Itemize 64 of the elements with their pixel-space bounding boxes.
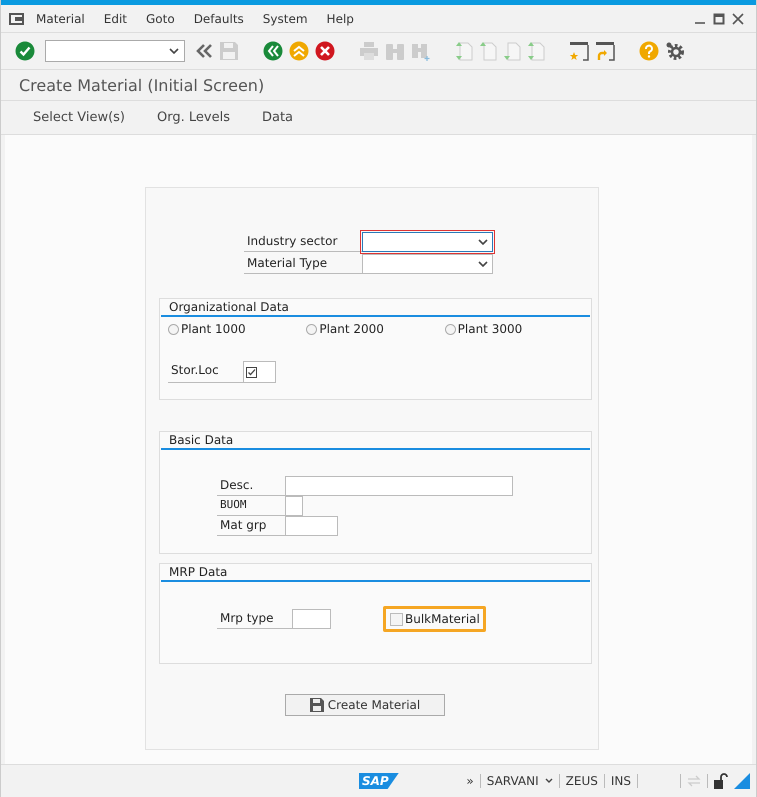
input-field[interactable] [292,609,331,629]
caret-icon[interactable] [544,778,553,784]
page-arrow-icon[interactable] [479,41,497,61]
settings-icon[interactable] [665,41,685,61]
user-name[interactable]: SARVANI [486,774,539,788]
system-name: ZEUS [566,774,598,788]
toolbar-button[interactable]: Data [248,106,308,129]
printer-icon[interactable] [359,41,379,61]
binoculars-plus-icon[interactable] [411,41,431,61]
toolbar-button[interactable]: Org. Levels [143,106,244,129]
binoculars-icon[interactable] [385,41,405,61]
up-chevron-icon[interactable] [289,41,309,61]
menu-item[interactable]: Help [326,12,354,26]
radio-label: Plant 1000 [181,322,246,336]
radio-button[interactable] [168,324,179,334]
save-icon [310,698,324,712]
caret-icon [478,261,488,267]
double-chevron-icon[interactable] [195,42,213,60]
resize-grip-icon[interactable] [734,773,750,789]
new-window-icon[interactable] [569,41,589,61]
group-title: Organizational Data [161,299,590,317]
close-icon[interactable] [732,12,744,24]
checkbox[interactable] [390,612,403,626]
page-arrow-icon[interactable] [503,41,521,61]
caret-icon [478,239,488,245]
maximize-icon[interactable] [713,12,725,24]
checkmark-icon [246,366,257,378]
group-title: MRP Data [161,564,590,582]
radio-label: Plant 2000 [319,322,384,336]
expand-toggle[interactable]: » [466,774,474,788]
check-icon[interactable] [15,41,35,61]
input-field[interactable] [285,516,338,536]
save-icon[interactable] [219,41,239,61]
shortcut-window-icon[interactable] [595,41,615,61]
input-mode: INS [610,774,631,788]
menu-item[interactable]: Defaults [194,12,244,26]
input-field[interactable] [285,496,303,516]
page-arrow-icon[interactable] [455,41,473,61]
unlocked-icon[interactable] [714,773,728,789]
screen-title: Create Material (Initial Screen) [19,76,264,94]
page-arrow-icon[interactable] [527,41,545,61]
menu-item[interactable]: Goto [146,12,175,26]
sap-logo: SAP [359,773,399,789]
dropdown-field[interactable] [362,232,493,252]
menu-item[interactable]: Edit [104,12,127,26]
back-icon[interactable] [263,41,283,61]
toolbar-button[interactable]: Select View(s) [19,106,140,129]
checkbox-label: BulkMaterial [405,612,480,626]
checkbox[interactable] [243,361,276,383]
dropdown-field[interactable] [362,254,493,274]
help-icon[interactable] [639,41,659,61]
create-material-button[interactable]: Create Material [285,694,445,716]
radio-button[interactable] [306,324,318,334]
caret-icon [169,48,179,54]
command-field[interactable] [45,40,185,62]
cancel-icon[interactable] [315,41,335,61]
menu-item[interactable]: System [262,12,308,26]
input-field[interactable] [285,476,513,496]
radio-button[interactable] [444,324,456,334]
swap-arrows-icon[interactable] [687,775,701,787]
group-title: Basic Data [161,432,590,450]
menu-icon[interactable] [9,12,25,24]
menu-item[interactable]: Material [36,12,85,26]
radio-label: Plant 3000 [458,322,522,336]
